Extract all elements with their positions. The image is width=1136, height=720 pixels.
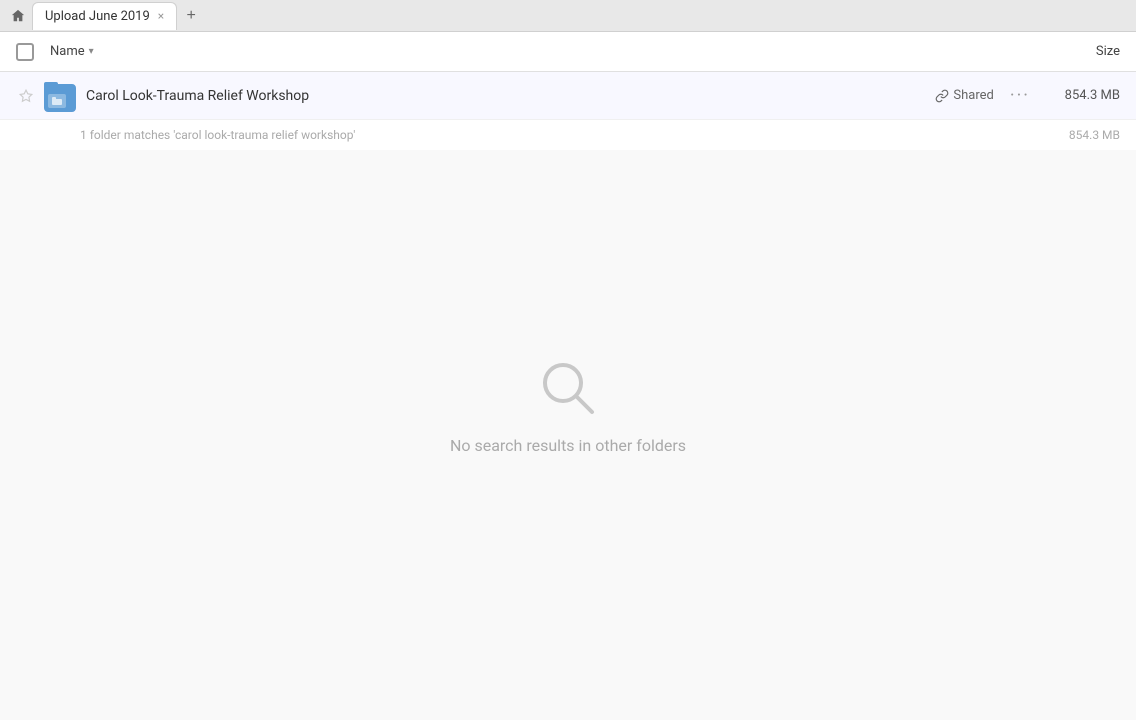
folder-name: Carol Look-Trauma Relief Workshop (86, 88, 935, 104)
folder-row[interactable]: Carol Look-Trauma Relief Workshop Shared… (0, 72, 1136, 120)
empty-state: No search results in other folders (0, 150, 1136, 720)
toolbar: Name ▾ Size (0, 32, 1136, 72)
size-sort-header[interactable]: Size (1096, 44, 1120, 59)
more-options-icon[interactable]: ··· (1010, 85, 1030, 106)
folder-icon (44, 80, 76, 112)
tab-close-button[interactable]: × (158, 9, 164, 23)
star-icon[interactable] (16, 86, 36, 106)
shared-label: Shared (953, 88, 993, 103)
name-sort-header[interactable]: Name ▾ (50, 44, 94, 59)
size-header-label: Size (1096, 44, 1120, 59)
match-info-row: 1 folder matches 'carol look-trauma reli… (0, 120, 1136, 150)
no-results-message: No search results in other folders (450, 436, 686, 455)
tab-upload-june-2019[interactable]: Upload June 2019 × (32, 2, 177, 30)
match-size: 854.3 MB (1069, 128, 1120, 142)
file-size: 854.3 MB (1050, 88, 1120, 103)
main-content: Carol Look-Trauma Relief Workshop Shared… (0, 72, 1136, 720)
name-header-label: Name (50, 44, 85, 59)
shared-badge: Shared (935, 88, 993, 103)
match-text: 1 folder matches 'carol look-trauma reli… (80, 128, 1069, 142)
sort-chevron-icon: ▾ (89, 46, 94, 57)
home-icon[interactable] (8, 6, 28, 26)
tab-bar: Upload June 2019 × + (0, 0, 1136, 32)
tab-label: Upload June 2019 (45, 9, 150, 24)
link-icon (935, 89, 949, 103)
new-tab-button[interactable]: + (179, 4, 203, 28)
no-results-search-icon (536, 356, 600, 420)
select-all-checkbox[interactable] (16, 43, 34, 61)
